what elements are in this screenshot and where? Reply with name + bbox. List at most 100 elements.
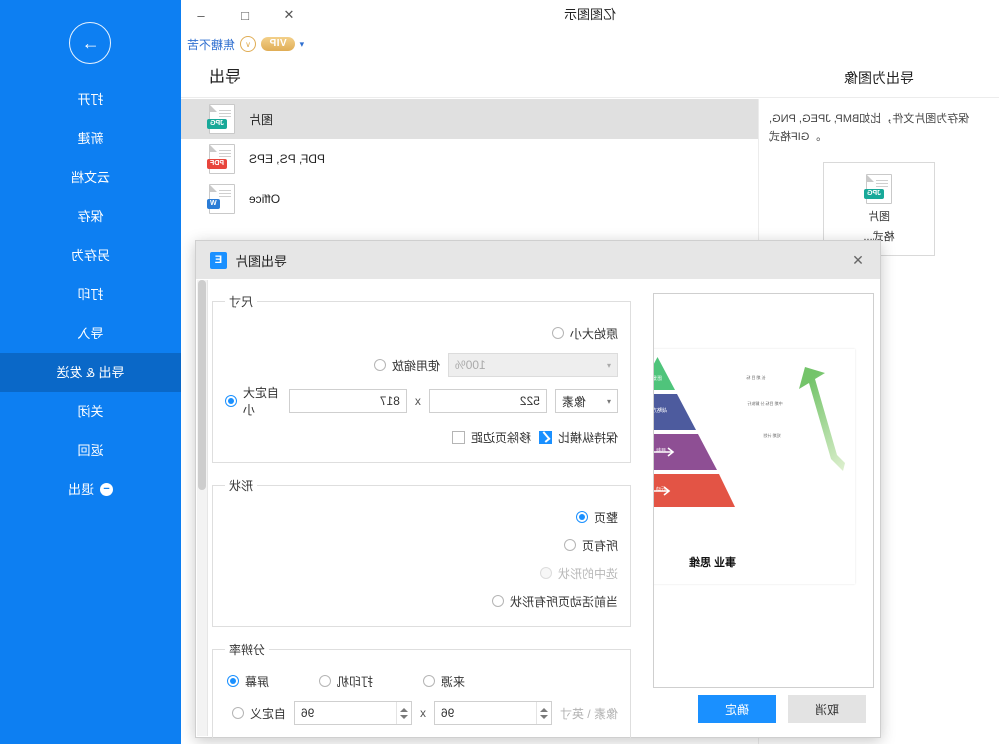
preview-note-1: 长 期 目 标: [746, 375, 766, 380]
export-item-image[interactable]: 图片 JPG: [181, 99, 758, 139]
rail-item-back[interactable]: 返回: [0, 431, 181, 470]
radio-dot: [423, 675, 436, 687]
scrollbar-thumb[interactable]: [198, 280, 206, 490]
radio-use-zoom[interactable]: 使用缩放: [373, 357, 440, 374]
dpi-unit-label: 像素 \ 英寸: [559, 706, 618, 721]
size-unit-value: 像素: [561, 394, 586, 409]
rail-item-exit[interactable]: − 退出: [0, 470, 181, 509]
rail-item-save[interactable]: 保存: [0, 197, 181, 236]
close-window-button[interactable]: ✕: [277, 3, 301, 27]
word-file-icon: W: [207, 184, 235, 214]
preview-note-3: 短期 计划: [763, 433, 781, 438]
radio-dot: [231, 707, 244, 719]
rail-item-exit-label: 退出: [68, 482, 95, 497]
resolution-group: 分辨率 屏幕 打印机 来源 自定义 96 x 96 像素 \ 英寸: [212, 641, 631, 739]
export-item-pdf[interactable]: PDF, PS, EPS PDF: [181, 139, 758, 179]
height-input[interactable]: [428, 389, 547, 413]
options-pane: 尺寸 原始大小 使用缩放 100% ▾ 自定大小 817 x 522 像素 ▾ …: [196, 279, 641, 739]
export-item-office[interactable]: Office W: [181, 179, 758, 219]
close-icon[interactable]: ✕: [848, 250, 868, 270]
minus-circle-icon: −: [100, 483, 114, 496]
preview-title: 事业 思维: [688, 557, 737, 569]
pyramid-tier-1-label: 愿景: [653, 376, 663, 382]
app-logo-icon: E: [210, 251, 227, 269]
dialog-title-bar: 导出图片 E ✕: [196, 241, 880, 280]
radio-screen[interactable]: 屏幕: [227, 673, 269, 690]
radio-dot: [373, 359, 386, 371]
dpi-y-input[interactable]: [434, 706, 536, 720]
zoom-percent-select: 100% ▾: [448, 353, 618, 377]
dialog-scrollbar[interactable]: [197, 280, 208, 736]
size-group: 尺寸 原始大小 使用缩放 100% ▾ 自定大小 817 x 522 像素 ▾ …: [212, 293, 631, 463]
dpi-y-stepper[interactable]: [433, 701, 552, 725]
pyramid-diagram: 愿景 战略方向 目标 行动: [653, 357, 735, 507]
resolution-group-legend: 分辨率: [229, 643, 266, 657]
pyramid-tier-2-label: 战略方向: [653, 408, 668, 414]
shape-group: 形状 整页 所有页 选中的形状 当前活动页所有形状: [212, 477, 631, 627]
jpg-file-icon: JPG: [207, 104, 235, 134]
stepper-arrows[interactable]: [535, 702, 551, 724]
export-detail-header: 导出为图像: [844, 70, 914, 86]
rail-item-open[interactable]: 打开: [0, 80, 181, 119]
checkbox-box: [451, 430, 465, 444]
chevron-down-icon: ▾: [606, 396, 611, 406]
dpi-x-stepper[interactable]: [293, 701, 412, 725]
radio-selected-shapes: 选中的形状: [539, 565, 618, 582]
app-window: 亿图图示 – □ ✕ ▾ VIP ∨ 焦糖不苦 导出 导出为图像 保存为图片文件…: [0, 0, 999, 744]
diagram-preview: 长 期 目 标 中期 目标 分 解执行 短期 计划 愿景 战略 目标 行动 事业…: [653, 293, 874, 688]
chevron-down-icon[interactable]: ▾: [300, 39, 305, 50]
zoom-percent-value: 100%: [455, 358, 486, 372]
rail-item-save-as[interactable]: 另存为: [0, 236, 181, 275]
radio-custom-size[interactable]: 自定大小: [225, 384, 281, 418]
radio-dot: [551, 327, 564, 339]
user-account-chip[interactable]: ▾ VIP ∨ 焦糖不苦: [187, 34, 304, 54]
size-x-separator: x: [414, 394, 421, 408]
rail-item-close[interactable]: 关闭: [0, 392, 181, 431]
checkbox-keep-ratio[interactable]: 保持纵横比: [538, 429, 618, 446]
preview-note-2: 中期 目标 分 解执行: [747, 401, 783, 406]
rail-item-print[interactable]: 打印: [0, 275, 181, 314]
radio-dot: [539, 567, 552, 579]
radio-source[interactable]: 来源: [423, 673, 465, 690]
size-group-legend: 尺寸: [229, 295, 254, 309]
dialog-footer: 确定 取消: [698, 695, 866, 723]
checkbox-remove-margin[interactable]: 移除页边距: [451, 429, 531, 446]
image-format-card-label1: 图片: [868, 210, 890, 223]
radio-printer[interactable]: 打印机: [319, 673, 373, 690]
shape-group-legend: 形状: [229, 479, 254, 493]
back-arrow-icon[interactable]: →: [69, 22, 112, 64]
radio-original-size[interactable]: 原始大小: [551, 325, 618, 342]
preview-pane: 长 期 目 标 中期 目标 分 解执行 短期 计划 愿景 战略 目标 行动 事业…: [641, 279, 880, 737]
radio-dot: [225, 395, 237, 407]
user-name[interactable]: 焦糖不苦: [187, 36, 235, 53]
export-image-dialog: 导出图片 E ✕ 长 期 目 标 中期 目标 分 解执行 短期 计划 愿景 战略…: [195, 240, 881, 739]
vip-chevron-icon: ∨: [240, 36, 257, 52]
size-unit-select[interactable]: 像素 ▾: [554, 389, 618, 413]
radio-dot: [319, 675, 332, 687]
ok-button[interactable]: 确定: [698, 695, 776, 723]
stepper-arrows[interactable]: [395, 702, 411, 724]
maximize-button[interactable]: □: [233, 3, 257, 27]
pyramid-tier-3-label: 目标: [656, 448, 667, 454]
minimize-button[interactable]: –: [189, 3, 213, 27]
dpi-x-separator: x: [419, 706, 426, 720]
preview-canvas: 长 期 目 标 中期 目标 分 解执行 短期 计划 愿景 战略 目标 行动 事业…: [653, 349, 855, 584]
radio-dot: [575, 511, 588, 523]
radio-all-pages[interactable]: 所有页: [563, 537, 618, 554]
cancel-button[interactable]: 取消: [788, 695, 866, 723]
radio-dot: [563, 539, 576, 551]
rail-item-import[interactable]: 导入: [0, 314, 181, 353]
width-input[interactable]: [288, 389, 407, 413]
rail-item-cloud-docs[interactable]: 云文档: [0, 158, 181, 197]
radio-whole-page[interactable]: 整页: [575, 509, 618, 526]
dpi-x-input[interactable]: [294, 706, 396, 720]
app-title: 亿图图示: [564, 7, 617, 22]
radio-custom-dpi[interactable]: 自定义: [231, 705, 286, 722]
radio-active-page-shapes[interactable]: 当前活动页所有形状: [491, 593, 618, 610]
dialog-title: 导出图片: [235, 253, 288, 269]
backstage-nav-rail: → 打开 新建 云文档 保存 另存为 打印 导入 导出 & 发送 关闭 返回 −…: [0, 0, 181, 744]
export-description: 保存为图片文件，比如BMP, JPEG, PNG, GIF格式。: [769, 113, 970, 143]
window-controls: – □ ✕: [189, 2, 301, 28]
rail-item-new[interactable]: 新建: [0, 119, 181, 158]
rail-item-export-send[interactable]: 导出 & 发送: [0, 353, 181, 392]
